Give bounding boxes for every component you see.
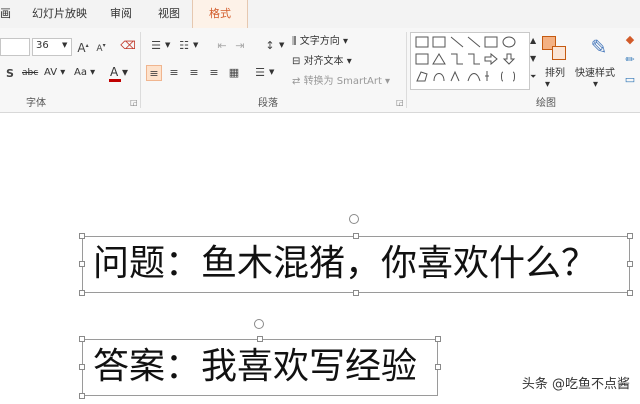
arrange-icon[interactable] xyxy=(542,36,566,60)
grow-font-button[interactable]: A▴ xyxy=(75,38,91,55)
font-size-dropdown[interactable]: 36 ▼ xyxy=(32,38,72,56)
group-divider xyxy=(140,32,141,108)
shape-fill-icon[interactable]: ◆ xyxy=(622,32,638,48)
chevron-down-icon: ▼ xyxy=(62,41,68,49)
resize-handle[interactable] xyxy=(79,290,85,296)
answer-text: 答案：我喜欢写经验 xyxy=(93,346,418,387)
chevron-down-icon[interactable]: ▼ xyxy=(165,41,170,49)
tab-view[interactable]: 视图 xyxy=(158,0,180,28)
chevron-down-icon[interactable]: ▼ xyxy=(279,41,284,49)
text-direction-label: 文字方向 xyxy=(299,36,340,47)
watermark: 头条 @吃鱼不点酱 xyxy=(521,377,630,392)
bullets-icon[interactable]: ☰ xyxy=(148,38,164,54)
char-spacing-label: AV xyxy=(44,67,58,78)
font-dialog-launcher-icon[interactable]: ◲ xyxy=(130,98,138,107)
text-direction-button[interactable]: ⫼ 文字方向 ▾ xyxy=(292,32,348,47)
font-color-label: A xyxy=(110,65,119,79)
resize-handle[interactable] xyxy=(79,336,85,342)
resize-handle[interactable] xyxy=(257,336,263,342)
resize-handle[interactable] xyxy=(79,393,85,399)
resize-handle[interactable] xyxy=(435,336,441,342)
resize-handle[interactable] xyxy=(627,261,633,267)
resize-handle[interactable] xyxy=(627,233,633,239)
change-case-button[interactable]: Aa ▾ xyxy=(74,67,95,78)
shape-effects-icon[interactable]: ▭ xyxy=(622,72,638,88)
strikethrough-button[interactable]: abc xyxy=(22,68,38,78)
tab-review[interactable]: 审阅 xyxy=(110,0,132,28)
resize-handle[interactable] xyxy=(435,364,441,370)
font-size-value: 36 xyxy=(36,40,49,51)
distribute-button[interactable]: ▦ xyxy=(226,65,242,81)
question-text: 问题：鱼木混猪，你喜欢什么？ xyxy=(93,243,598,284)
rotate-handle-icon[interactable] xyxy=(254,319,264,329)
chevron-down-icon[interactable]: ▼ xyxy=(193,41,198,49)
shape-outline-icon[interactable]: ✏ xyxy=(622,52,638,68)
font-color-swatch xyxy=(109,79,121,82)
quick-styles-label: 快速样式 xyxy=(575,68,615,79)
resize-handle[interactable] xyxy=(79,261,85,267)
group-label-paragraph: 段落 xyxy=(258,98,278,109)
grow-font-label: A xyxy=(77,41,86,55)
resize-handle[interactable] xyxy=(627,290,633,296)
chevron-down-icon[interactable]: ▼ xyxy=(269,68,274,76)
answer-textbox[interactable]: 答案：我喜欢写经验 xyxy=(82,339,438,396)
text-shadow-button[interactable]: S xyxy=(2,66,18,82)
justify-button[interactable]: ≡ xyxy=(206,65,222,81)
numbering-icon[interactable]: ☷ xyxy=(176,38,192,54)
gallery-scroll-down-icon[interactable]: ▼ xyxy=(530,54,536,63)
align-text-button[interactable]: ⊟ 对齐文本 ▾ xyxy=(292,52,352,67)
tab-insert-partial[interactable]: 画 xyxy=(0,0,14,28)
convert-smartart-button[interactable]: ⇄ 转换为 SmartArt ▾ xyxy=(292,72,390,87)
columns-icon[interactable]: ☰ xyxy=(252,65,268,81)
resize-handle[interactable] xyxy=(79,364,85,370)
shapes-gallery[interactable] xyxy=(410,32,530,90)
resize-handle[interactable] xyxy=(353,233,359,239)
align-right-button[interactable]: ≡ xyxy=(186,65,202,81)
change-case-label: Aa xyxy=(74,67,87,78)
shapes-gallery-icons xyxy=(415,36,516,82)
rotate-handle-icon[interactable] xyxy=(349,214,359,224)
font-name-dropdown[interactable] xyxy=(0,38,30,56)
align-center-button[interactable]: ≡ xyxy=(166,65,182,81)
char-spacing-button[interactable]: AV ▾ xyxy=(44,67,65,78)
arrange-label: 排列 xyxy=(545,68,565,79)
tab-format[interactable]: 格式 xyxy=(192,0,248,28)
slide-canvas[interactable]: 问题：鱼木混猪，你喜欢什么？ 答案：我喜欢写经验 头条 @吃鱼不点酱 xyxy=(0,113,640,404)
clear-formatting-icon[interactable]: ⌫ xyxy=(120,38,136,54)
group-label-drawing: 绘图 xyxy=(536,98,556,109)
increase-indent-icon[interactable]: ⇥ xyxy=(232,38,248,54)
gallery-scroll-up-icon[interactable]: ▲ xyxy=(530,36,536,45)
ribbon-tab-bar: 画 幻灯片放映 审阅 视图 格式 xyxy=(0,0,640,28)
shrink-font-button[interactable]: A▾ xyxy=(93,38,109,54)
resize-handle[interactable] xyxy=(79,233,85,239)
ribbon: 36 ▼ A▴ A▾ ⌫ S abc AV ▾ Aa ▾ A ▾ 字体 ◲ ☰ … xyxy=(0,28,640,113)
quick-styles-button[interactable]: 快速样式 ▾ xyxy=(575,64,615,90)
paintbrush-icon[interactable]: ✎ xyxy=(586,34,612,60)
convert-smartart-label: 转换为 SmartArt xyxy=(303,76,382,87)
decrease-indent-icon[interactable]: ⇤ xyxy=(214,38,230,54)
line-spacing-icon[interactable]: ↕ xyxy=(262,38,278,54)
group-divider xyxy=(406,32,407,108)
align-text-label: 对齐文本 xyxy=(303,56,344,67)
question-textbox[interactable]: 问题：鱼木混猪，你喜欢什么？ xyxy=(82,236,630,293)
font-color-button[interactable]: A ▾ xyxy=(110,65,128,79)
tab-slideshow[interactable]: 幻灯片放映 xyxy=(32,0,87,28)
text-shadow-label: S xyxy=(6,67,14,80)
paragraph-dialog-launcher-icon[interactable]: ◲ xyxy=(396,98,404,107)
arrange-button[interactable]: 排列 ▾ xyxy=(545,64,565,90)
align-left-button[interactable]: ≡ xyxy=(146,65,162,81)
gallery-more-icon[interactable]: ⏷ xyxy=(530,72,536,82)
resize-handle[interactable] xyxy=(353,290,359,296)
group-label-font: 字体 xyxy=(26,98,46,109)
